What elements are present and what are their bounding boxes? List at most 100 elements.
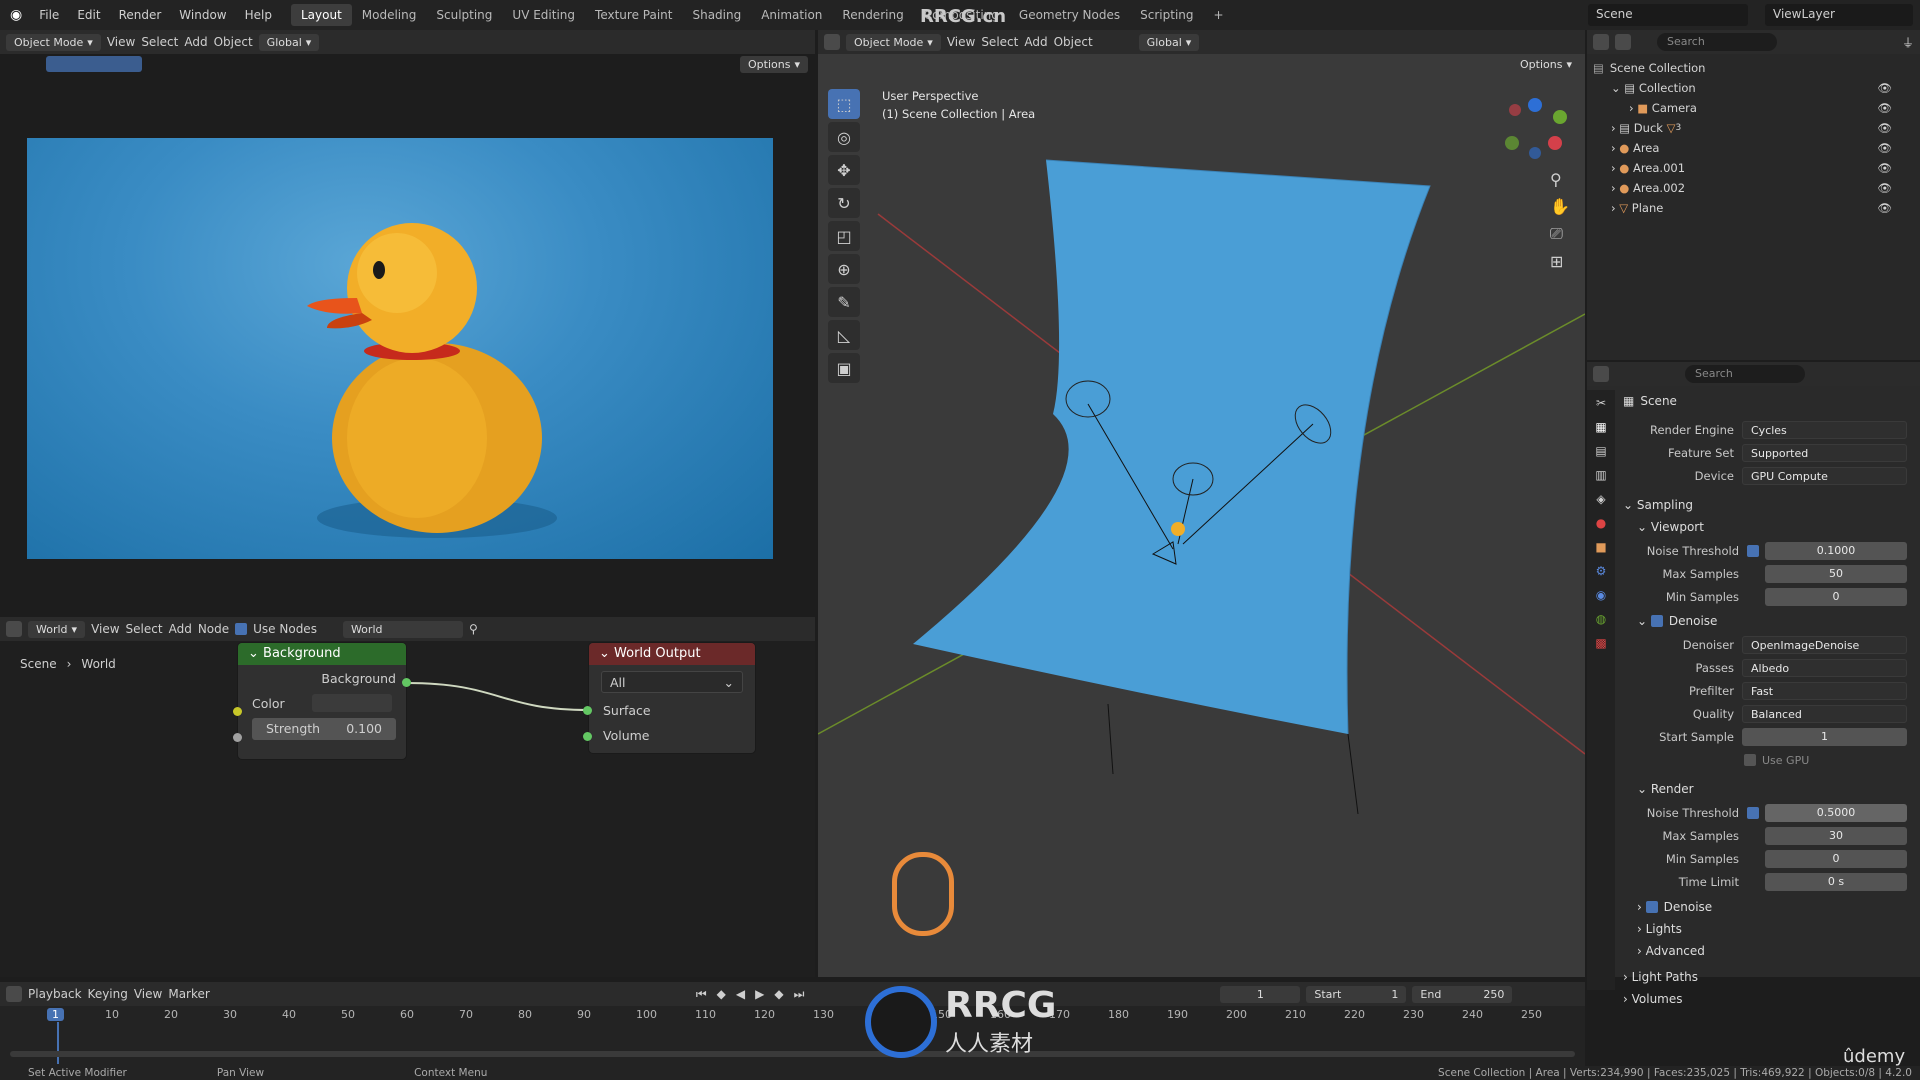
play-reverse-icon[interactable]: ◀ xyxy=(736,987,745,1002)
viewport-editor-icon[interactable] xyxy=(824,34,840,50)
render-subpanel-header[interactable]: ⌄ Render xyxy=(1617,778,1917,800)
current-frame-field[interactable]: 1 xyxy=(1220,985,1301,1003)
viewport-subpanel-header[interactable]: ⌄ Viewport xyxy=(1617,516,1917,538)
outliner-item-area-001[interactable]: › ● Area.001 👁 xyxy=(1593,158,1914,178)
modifier-tab-icon[interactable]: ⚙ xyxy=(1596,564,1607,578)
scene-tab-icon[interactable]: ◈ xyxy=(1596,492,1605,506)
view-layer-tab-icon[interactable]: ▥ xyxy=(1595,468,1606,482)
lights-subpanel-header[interactable]: › Lights xyxy=(1617,918,1917,940)
prev-key-icon[interactable]: ◆ xyxy=(717,987,726,1002)
visibility-eye-icon[interactable]: 👁 xyxy=(1877,201,1892,215)
render-denoise-checkbox[interactable] xyxy=(1645,901,1658,913)
view-layer-selector[interactable]: ViewLayer xyxy=(1765,4,1913,26)
add-cube-tool-icon[interactable]: ▣ xyxy=(828,353,860,383)
timeline-view-menu[interactable]: View xyxy=(134,987,162,1001)
tool-tab-icon[interactable]: ✂ xyxy=(1596,396,1606,410)
viewport-mode-dropdown[interactable]: Object Mode ▾ xyxy=(846,33,941,51)
denoise-subpanel-header[interactable]: ⌄ Denoise xyxy=(1617,610,1917,632)
advanced-subpanel-header[interactable]: › Advanced xyxy=(1617,940,1917,962)
visibility-eye-icon[interactable]: 👁 xyxy=(1877,161,1892,175)
viewport-view-menu[interactable]: View xyxy=(947,35,975,49)
pan-hand-icon[interactable]: ✋ xyxy=(1550,197,1570,216)
camera-view-icon[interactable]: ⎚ xyxy=(1550,224,1570,244)
playback-menu[interactable]: Playback xyxy=(28,987,82,1001)
outliner-item-collection[interactable]: ⌄ ▤ Collection 👁 xyxy=(1593,78,1914,98)
expand-icon[interactable]: › xyxy=(1611,201,1616,215)
outliner-item-plane[interactable]: › ▽ Plane 👁 xyxy=(1593,198,1914,218)
filter-icon[interactable]: ⏚ xyxy=(1902,34,1914,51)
vp-min-field[interactable]: 0 xyxy=(1765,588,1907,606)
light-paths-panel-header[interactable]: › Light Paths xyxy=(1617,966,1917,988)
marker-menu[interactable]: Marker xyxy=(168,987,209,1001)
visibility-eye-icon[interactable]: 👁 xyxy=(1877,81,1892,95)
feature-set-dropdown[interactable]: Supported xyxy=(1742,444,1907,462)
constraint-tab-icon[interactable]: ◍ xyxy=(1596,612,1606,626)
navigation-gizmo[interactable] xyxy=(1500,95,1570,165)
scene-selector[interactable]: Scene xyxy=(1588,4,1748,26)
vp-max-field[interactable]: 50 xyxy=(1765,565,1907,583)
background-node[interactable]: ⌄ Background Background Color Strength 0… xyxy=(237,642,407,760)
outliner-item-duck[interactable]: › ▤ Duck ▽ 3 👁 xyxy=(1593,118,1914,138)
visibility-eye-icon[interactable]: 👁 xyxy=(1877,101,1892,115)
timeline-editor-icon[interactable] xyxy=(6,986,22,1002)
outliner-item-area[interactable]: › ● Area 👁 xyxy=(1593,138,1914,158)
zoom-icon[interactable]: ⚲ xyxy=(1550,170,1570,189)
passes-dropdown[interactable]: Albedo xyxy=(1742,659,1907,677)
denoise-checkbox[interactable] xyxy=(1650,615,1663,627)
expand-icon[interactable]: ⌄ xyxy=(1611,81,1621,95)
next-key-icon[interactable]: ◆ xyxy=(774,987,783,1002)
expand-icon[interactable]: › xyxy=(1611,161,1616,175)
target-dropdown[interactable]: All ⌄ xyxy=(601,671,743,693)
outliner-item-area-002[interactable]: › ● Area.002 👁 xyxy=(1593,178,1914,198)
properties-search[interactable]: Search xyxy=(1685,365,1805,383)
properties-editor-icon[interactable] xyxy=(1593,366,1609,382)
r-noise-field[interactable]: 0.5000 xyxy=(1765,804,1907,822)
color-swatch[interactable] xyxy=(312,694,392,712)
annotate-tool-icon[interactable]: ✎ xyxy=(828,287,860,317)
denoiser-dropdown[interactable]: OpenImageDenoise xyxy=(1742,636,1907,654)
visibility-eye-icon[interactable]: 👁 xyxy=(1877,141,1892,155)
prefilter-dropdown[interactable]: Fast xyxy=(1742,682,1907,700)
select-box-tool-icon[interactable]: ⬚ xyxy=(828,89,860,119)
jump-start-icon[interactable]: ⏮ xyxy=(696,987,707,1002)
tab-scripting[interactable]: Scripting xyxy=(1130,4,1203,26)
viewport-select-menu[interactable]: Select xyxy=(981,35,1018,49)
expand-icon[interactable]: › xyxy=(1611,141,1616,155)
world-tab-icon[interactable]: ● xyxy=(1596,516,1606,530)
volumes-panel-header[interactable]: › Volumes xyxy=(1617,988,1917,1010)
output-tab-icon[interactable]: ▤ xyxy=(1595,444,1606,458)
viewport-add-menu[interactable]: Add xyxy=(1024,35,1047,49)
tab-geometry-nodes[interactable]: Geometry Nodes xyxy=(1009,4,1130,26)
render-denoise-header[interactable]: › Denoise xyxy=(1617,896,1917,918)
viewport-orientation[interactable]: Global ▾ xyxy=(1138,33,1200,51)
cursor-tool-icon[interactable]: ◎ xyxy=(828,122,860,152)
display-mode-icon[interactable] xyxy=(1615,34,1631,50)
timeline-scrollbar[interactable] xyxy=(10,1051,1575,1057)
vp-noise-checkbox[interactable] xyxy=(1747,545,1759,557)
vp-noise-field[interactable]: 0.1000 xyxy=(1765,542,1907,560)
scale-tool-icon[interactable]: ◰ xyxy=(828,221,860,251)
use-gpu-checkbox[interactable] xyxy=(1744,754,1756,766)
ortho-grid-icon[interactable]: ⊞ xyxy=(1550,252,1570,271)
keying-menu[interactable]: Keying xyxy=(88,987,128,1001)
physics-tab-icon[interactable]: ◉ xyxy=(1596,588,1606,602)
time-limit-field[interactable]: 0 s xyxy=(1765,873,1907,891)
strength-input-socket[interactable] xyxy=(233,733,242,742)
outliner-item-camera[interactable]: › ■ Camera 👁 xyxy=(1593,98,1914,118)
sampling-panel-header[interactable]: ⌄ Sampling xyxy=(1617,494,1917,516)
color-input-socket[interactable] xyxy=(233,707,242,716)
axis-gizmo-icon[interactable] xyxy=(1500,95,1570,165)
end-frame-field[interactable]: End 250 xyxy=(1412,985,1513,1003)
current-frame-marker[interactable]: 1 xyxy=(47,1008,64,1021)
outliner-root[interactable]: ▤ Scene Collection xyxy=(1593,58,1914,78)
volume-socket[interactable] xyxy=(583,732,592,741)
tab-rendering[interactable]: Rendering xyxy=(832,4,913,26)
rotate-tool-icon[interactable]: ↻ xyxy=(828,188,860,218)
object-tab-icon[interactable]: ■ xyxy=(1595,540,1606,554)
render-engine-dropdown[interactable]: Cycles xyxy=(1742,421,1907,439)
render-tab-icon[interactable]: ▦ xyxy=(1595,420,1606,434)
viewport-object-menu[interactable]: Object xyxy=(1054,35,1093,49)
device-dropdown[interactable]: GPU Compute xyxy=(1742,467,1907,485)
surface-socket[interactable] xyxy=(583,706,592,715)
strength-field[interactable]: Strength 0.100 xyxy=(252,718,396,740)
